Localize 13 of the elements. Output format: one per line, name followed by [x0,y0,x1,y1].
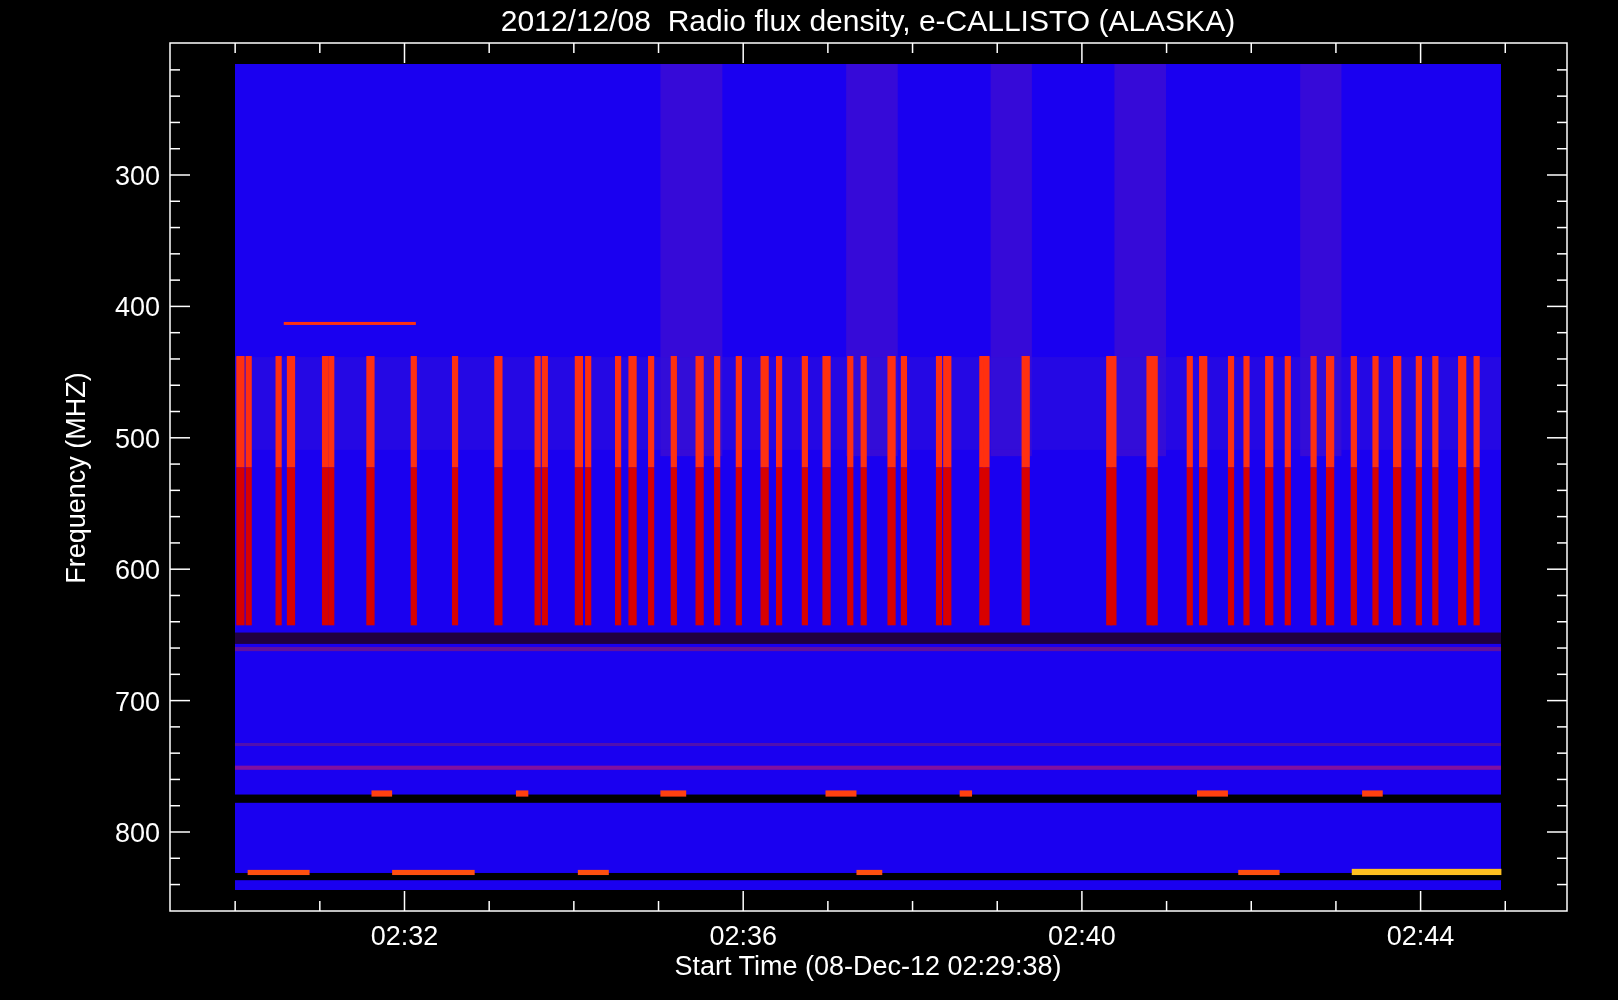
tick-label: 700 [114,686,160,717]
chart-title: 2012/12/08 Radio flux density, e-CALLISTO (ALASKA) [500,4,1236,37]
tick-label: 400 [114,292,160,323]
tick-label: 600 [114,555,160,586]
axis-label: Frequency (MHZ) [61,372,91,584]
tick-label: 02:40 [1048,921,1116,951]
tick-label: 800 [114,818,160,848]
tick-label: 300 [114,161,160,191]
axis-label: Start Time (08-Dec-12 02:29:38) [674,951,1062,981]
tick-label: 02:32 [370,921,439,951]
tick-label: 02:36 [709,921,777,951]
tick-label: 500 [114,423,160,454]
tick-label: 02:44 [1386,921,1455,951]
